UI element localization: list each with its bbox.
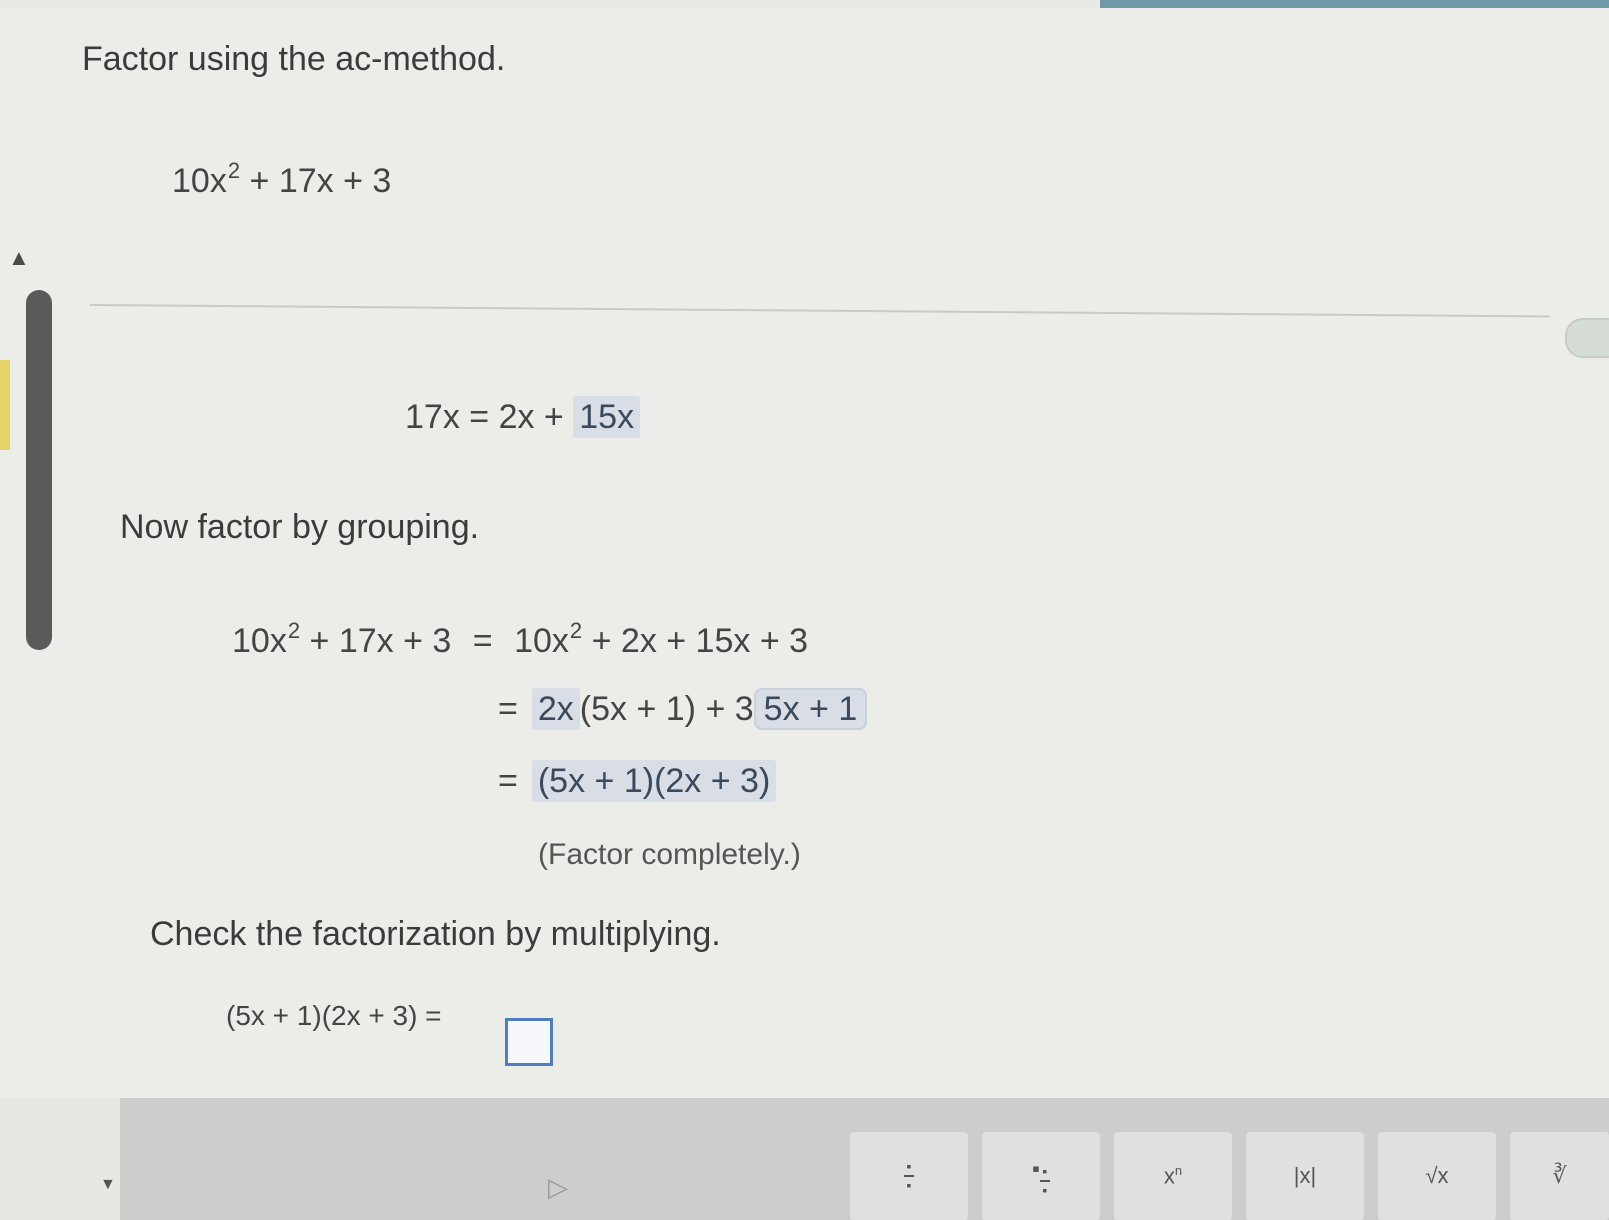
poly-lead: 10x [172,162,227,200]
polynomial: 10x2 + 17x + 3 [172,158,391,201]
g3-answer-factored[interactable]: (5x + 1)(2x + 3) [531,760,777,802]
g1-lhs-exp: 2 [287,618,301,643]
absolute-value-button[interactable]: |x| [1246,1132,1364,1220]
sqrt-button[interactable]: √x [1378,1132,1496,1220]
top-accent-fade [0,0,1100,8]
split-lhs: 17x [405,398,460,436]
question-instruction: Factor using the ac-method. [82,40,506,78]
g1-rhs-exp: 2 [569,618,583,643]
poly-exp: 2 [227,158,241,183]
poly-rest: + 17x + 3 [240,162,392,200]
scrollbar-thumb[interactable] [26,290,52,650]
exponent-icon: xn [1163,1162,1183,1189]
check-expression: (5x + 1)(2x + 3) = [226,1000,442,1031]
g1-lhs-lead: 10x [232,622,287,660]
left-accent-strip [0,360,10,450]
answer-input-box[interactable] [505,1018,553,1066]
more-tools-icon: ∛ [1552,1163,1567,1188]
check-instruction: Check the factorization by multiplying. [150,915,721,953]
grouping-line-3: = (5x + 1)(2x + 3) [498,760,777,802]
g3-eq: = [498,762,518,800]
fraction-button[interactable]: ▪ ▪ [850,1132,968,1220]
grouping-instruction: Now factor by grouping. [120,508,480,546]
g1-rhs-lead: 10x [514,622,569,660]
grouping-line-2: = 2x (5x + 1) + 3 5x + 1 [498,688,868,730]
scroll-down-icon[interactable]: ▼ [100,1176,116,1194]
fraction-icon: ▪ ▪ [904,1160,914,1192]
mouse-cursor-icon: ▷ [548,1172,568,1202]
g2-answer-2x[interactable]: 2x [531,688,580,730]
g1-lhs-rest: + 17x + 3 [300,622,452,660]
split-eq: = [459,398,499,436]
g1-rhs-rest: + 2x + 15x + 3 [582,622,809,660]
scrollbar[interactable] [14,290,66,650]
factor-completely-note: (Factor completely.) [538,838,801,871]
g1-eq: = [472,622,493,660]
more-tools-button[interactable]: ∛ [1510,1132,1609,1220]
mixed-number-icon: ▪ ▪ ▪ [1032,1156,1050,1196]
g2-eq: = [498,690,518,728]
scroll-up-icon[interactable]: ▲ [8,245,30,271]
absolute-value-icon: |x| [1293,1163,1317,1188]
grouping-line-1: 10x2 + 17x + 3 = 10x2 + 2x + 15x + 3 [232,618,808,661]
split-part1: 2x + [498,398,574,436]
exponent-button[interactable]: xn [1114,1132,1232,1220]
mixed-number-button[interactable]: ▪ ▪ ▪ [982,1132,1100,1220]
collapse-handle[interactable] [1565,318,1609,358]
g2-answer-5x-plus-1[interactable]: 5x + 1 [753,688,868,730]
split-equation: 17x = 2x + 15x [405,396,641,438]
split-answer-15x[interactable]: 15x [573,396,641,438]
g2-mid: (5x + 1) + 3 [579,690,754,728]
sqrt-icon: √x [1425,1163,1449,1188]
